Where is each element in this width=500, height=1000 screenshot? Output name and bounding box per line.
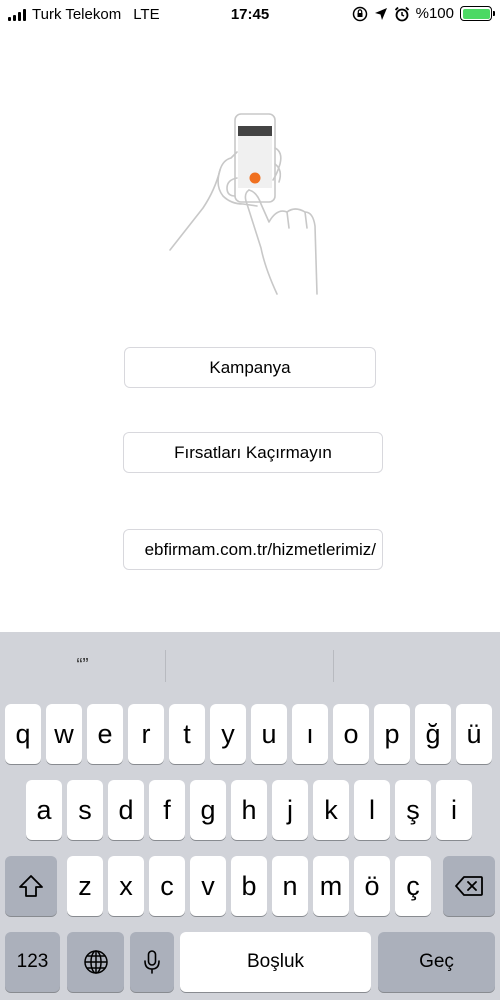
- shift-icon: [19, 875, 43, 897]
- status-bar: Turk Telekom LTE 17:45 %100: [0, 0, 500, 30]
- key-j[interactable]: j: [272, 780, 308, 840]
- space-key[interactable]: Boşluk: [180, 932, 371, 992]
- keyboard: “” q w e r t y u ı o p ğ ü a s d f g h j…: [0, 632, 500, 1000]
- alarm-icon: [394, 6, 409, 21]
- key-u[interactable]: u: [251, 704, 287, 764]
- key-i[interactable]: i: [436, 780, 472, 840]
- battery-fill: [462, 8, 490, 19]
- key-f[interactable]: f: [149, 780, 185, 840]
- key-z[interactable]: z: [67, 856, 103, 916]
- microphone-icon: [144, 950, 160, 974]
- orientation-lock-icon: [352, 6, 367, 21]
- key-n[interactable]: n: [272, 856, 308, 916]
- key-h[interactable]: h: [231, 780, 267, 840]
- key-c[interactable]: c: [149, 856, 185, 916]
- key-g[interactable]: g: [190, 780, 226, 840]
- message-field[interactable]: Fırsatları Kaçırmayın: [123, 432, 383, 473]
- key-c-cedilla[interactable]: ç: [395, 856, 431, 916]
- key-v[interactable]: v: [190, 856, 226, 916]
- key-l[interactable]: l: [354, 780, 390, 840]
- key-k[interactable]: k: [313, 780, 349, 840]
- key-t[interactable]: t: [169, 704, 205, 764]
- backspace-icon: [455, 876, 483, 896]
- title-field[interactable]: Kampanya: [124, 347, 376, 388]
- key-b[interactable]: b: [231, 856, 267, 916]
- key-dotless-i[interactable]: ı: [292, 704, 328, 764]
- globe-icon: [83, 950, 108, 974]
- key-o-umlaut[interactable]: ö: [354, 856, 390, 916]
- battery-icon: [460, 6, 495, 21]
- shift-key[interactable]: [5, 856, 57, 916]
- key-e[interactable]: e: [87, 704, 123, 764]
- key-u-umlaut[interactable]: ü: [456, 704, 492, 764]
- microphone-key[interactable]: [130, 932, 174, 992]
- location-icon: [374, 7, 387, 20]
- url-field[interactable]: ebfirmam.com.tr/hizmetlerimiz/: [123, 529, 383, 570]
- hand-phone-illustration: [169, 113, 318, 295]
- key-m[interactable]: m: [313, 856, 349, 916]
- suggestion-2[interactable]: [166, 632, 333, 698]
- key-q[interactable]: q: [5, 704, 41, 764]
- battery-percent: %100: [415, 5, 454, 22]
- numbers-key[interactable]: 123: [5, 932, 60, 992]
- suggestion-1[interactable]: “”: [0, 632, 165, 698]
- key-y[interactable]: y: [210, 704, 246, 764]
- status-right: %100: [352, 5, 495, 22]
- key-s[interactable]: s: [67, 780, 103, 840]
- key-g-breve[interactable]: ğ: [415, 704, 451, 764]
- predictive-bar: “”: [0, 632, 500, 698]
- key-o[interactable]: o: [333, 704, 369, 764]
- globe-key[interactable]: [67, 932, 124, 992]
- key-a[interactable]: a: [26, 780, 62, 840]
- key-r[interactable]: r: [128, 704, 164, 764]
- key-x[interactable]: x: [108, 856, 144, 916]
- key-d[interactable]: d: [108, 780, 144, 840]
- key-p[interactable]: p: [374, 704, 410, 764]
- return-key[interactable]: Geç: [378, 932, 495, 992]
- backspace-key[interactable]: [443, 856, 495, 916]
- key-w[interactable]: w: [46, 704, 82, 764]
- key-s-cedilla[interactable]: ş: [395, 780, 431, 840]
- suggestion-3[interactable]: [334, 632, 500, 698]
